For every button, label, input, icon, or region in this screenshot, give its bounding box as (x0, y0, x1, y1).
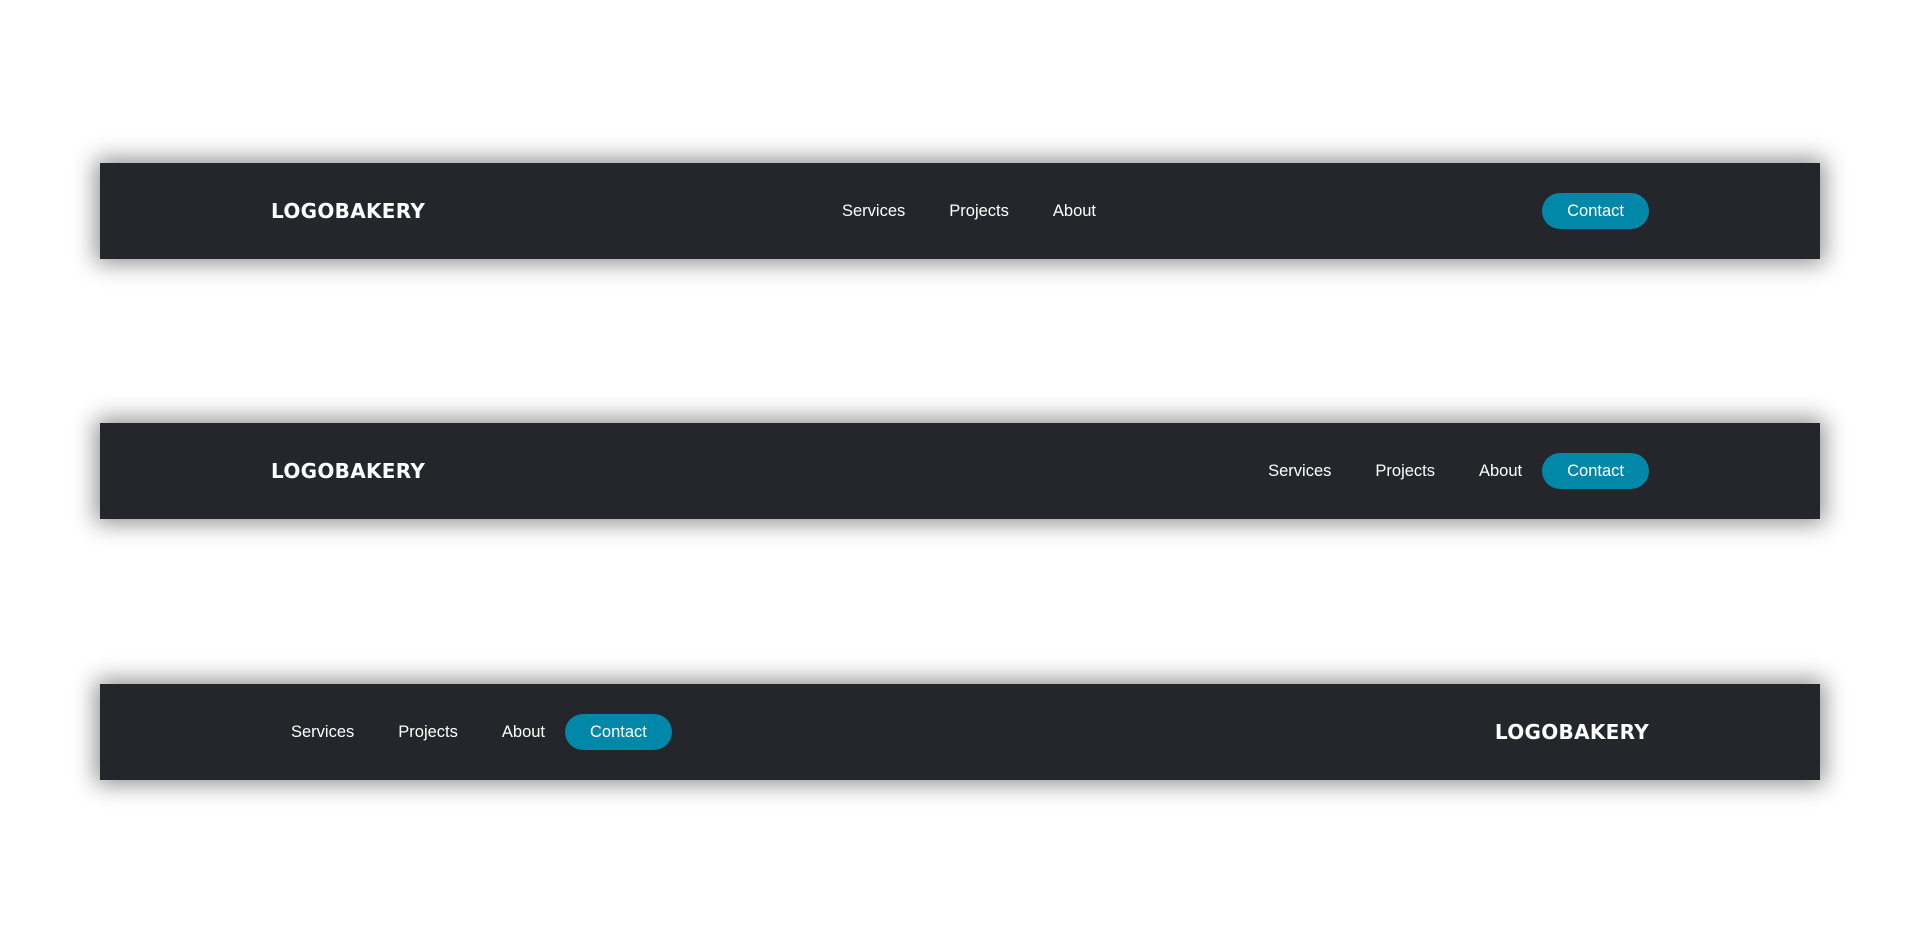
navbar-variant-right-links: LOGOBAKERY Services Projects About Conta… (100, 423, 1820, 519)
contact-button[interactable]: Contact (1542, 193, 1649, 229)
nav-link-services[interactable]: Services (1268, 462, 1331, 481)
nav-link-services[interactable]: Services (842, 202, 905, 221)
nav-link-projects[interactable]: Projects (398, 723, 458, 742)
logo[interactable]: LOGOBAKERY (1495, 684, 1649, 780)
nav-links: Services Projects About Contact (291, 684, 672, 780)
nav-link-services[interactable]: Services (291, 723, 354, 742)
nav-link-about[interactable]: About (1053, 202, 1096, 221)
navbar-inner: Services Projects About Contact LOGOBAKE… (271, 684, 1649, 780)
logo[interactable]: LOGOBAKERY (271, 163, 425, 259)
logo[interactable]: LOGOBAKERY (271, 423, 425, 519)
navbar-variant-left-links: Services Projects About Contact LOGOBAKE… (100, 684, 1820, 780)
nav-links: Services Projects About (842, 163, 1096, 259)
contact-button[interactable]: Contact (565, 714, 672, 750)
navbar-inner: LOGOBAKERY Services Projects About Conta… (271, 423, 1649, 519)
nav-link-projects[interactable]: Projects (949, 202, 1009, 221)
nav-link-projects[interactable]: Projects (1375, 462, 1435, 481)
contact-button[interactable]: Contact (1542, 453, 1649, 489)
nav-link-about[interactable]: About (1479, 462, 1522, 481)
nav-links: Services Projects About Contact (1268, 423, 1649, 519)
nav-link-about[interactable]: About (502, 723, 545, 742)
navbar-inner: LOGOBAKERY Services Projects About Conta… (271, 163, 1649, 259)
navbar-variant-centered-links: LOGOBAKERY Services Projects About Conta… (100, 163, 1820, 259)
